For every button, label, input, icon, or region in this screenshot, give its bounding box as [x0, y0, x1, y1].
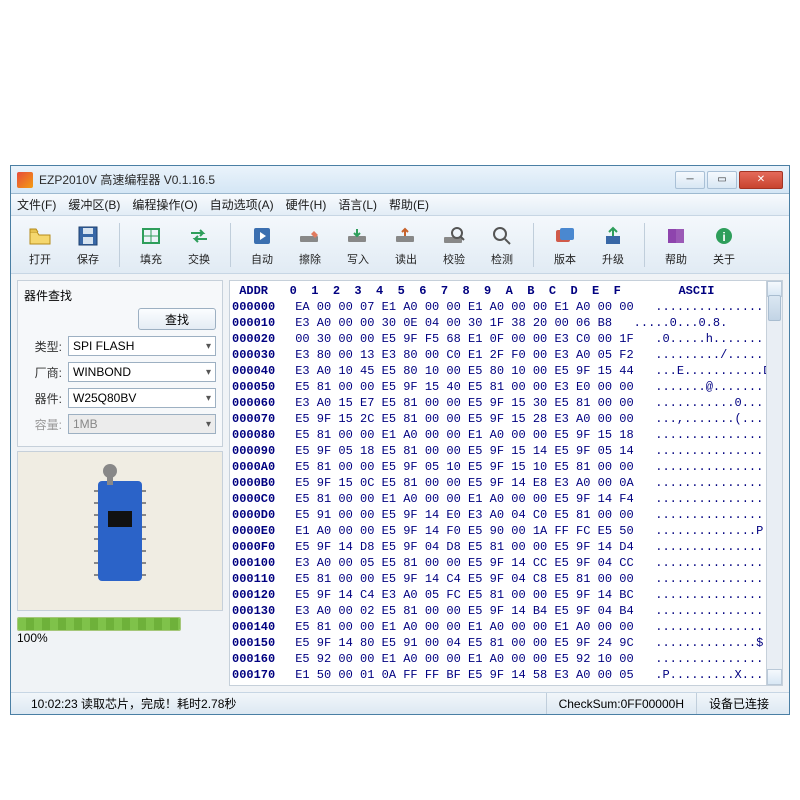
vertical-scrollbar[interactable] [766, 281, 782, 685]
type-label: 类型: [24, 338, 62, 355]
device-group-title: 器件查找 [24, 287, 216, 304]
capacity-label: 容量: [24, 416, 62, 433]
hex-view: ADDR 0 1 2 3 4 5 6 7 8 9 A B C D E F ASC… [229, 280, 783, 686]
tool-save[interactable]: 保存 [67, 223, 109, 267]
app-icon [17, 172, 33, 188]
magnify-icon [489, 223, 515, 249]
tool-write[interactable]: 写入 [337, 223, 379, 267]
play-icon [249, 223, 275, 249]
tool-read[interactable]: 读出 [385, 223, 427, 267]
status-connection: 设备已连接 [697, 693, 781, 714]
progress-bar [17, 617, 181, 631]
status-message: 10:02:23 读取芯片，完成！耗时2.78秒 [19, 693, 547, 714]
fill-icon [138, 223, 164, 249]
tool-version[interactable]: 版本 [544, 223, 586, 267]
capacity-combo: 1MB [68, 414, 216, 434]
read-icon [393, 223, 419, 249]
chip-image [17, 451, 223, 611]
tool-upgrade[interactable]: 升级 [592, 223, 634, 267]
toolbar: 打开 保存 填充 交换 自动 擦除 写入 读出 校验 检测 版本 升级 帮助 i… [11, 216, 789, 274]
menu-auto[interactable]: 自动选项(A) [210, 196, 274, 213]
device-group: 器件查找 查找 类型: SPI FLASH 厂商: WINBOND 器件: W25Q8… [17, 280, 223, 447]
version-icon [552, 223, 578, 249]
menu-ops[interactable]: 编程操作(O) [132, 196, 197, 213]
status-checksum: CheckSum:0FF00000H [547, 693, 697, 714]
progress-percent: 100% [17, 631, 48, 645]
close-button[interactable]: ✕ [739, 171, 783, 189]
menu-help[interactable]: 帮助(E) [389, 196, 429, 213]
swap-icon [186, 223, 212, 249]
progress-wrap: 100% [17, 617, 223, 645]
app-window: EZP2010V 高速编程器 V0.1.16.5 ─ ▭ ✕ 文件(F) 缓冲区… [10, 165, 790, 715]
upgrade-icon [600, 223, 626, 249]
erase-icon [297, 223, 323, 249]
tool-verify[interactable]: 校验 [433, 223, 475, 267]
book-icon [663, 223, 689, 249]
hex-content[interactable]: ADDR 0 1 2 3 4 5 6 7 8 9 A B C D E F ASC… [230, 281, 766, 685]
statusbar: 10:02:23 读取芯片，完成！耗时2.78秒 CheckSum:0FF000… [11, 692, 789, 714]
type-combo[interactable]: SPI FLASH [68, 336, 216, 356]
tool-help[interactable]: 帮助 [655, 223, 697, 267]
window-title: EZP2010V 高速编程器 V0.1.16.5 [39, 171, 215, 188]
info-icon: i [711, 223, 737, 249]
tool-auto[interactable]: 自动 [241, 223, 283, 267]
verify-icon [441, 223, 467, 249]
tool-erase[interactable]: 擦除 [289, 223, 331, 267]
menu-hardware[interactable]: 硬件(H) [286, 196, 327, 213]
part-combo[interactable]: W25Q80BV [68, 388, 216, 408]
tool-fill[interactable]: 填充 [130, 223, 172, 267]
menu-buffer[interactable]: 缓冲区(B) [68, 196, 120, 213]
maximize-button[interactable]: ▭ [707, 171, 737, 189]
scroll-thumb[interactable] [768, 295, 781, 321]
find-button[interactable]: 查找 [138, 308, 216, 330]
tool-swap[interactable]: 交换 [178, 223, 220, 267]
vendor-combo[interactable]: WINBOND [68, 362, 216, 382]
left-pane: 器件查找 查找 类型: SPI FLASH 厂商: WINBOND 器件: W25Q8… [11, 274, 229, 692]
part-label: 器件: [24, 390, 62, 407]
tool-open[interactable]: 打开 [19, 223, 61, 267]
folder-open-icon [27, 223, 53, 249]
content-area: 器件查找 查找 类型: SPI FLASH 厂商: WINBOND 器件: W25Q8… [11, 274, 789, 692]
titlebar[interactable]: EZP2010V 高速编程器 V0.1.16.5 ─ ▭ ✕ [11, 166, 789, 194]
write-icon [345, 223, 371, 249]
minimize-button[interactable]: ─ [675, 171, 705, 189]
tool-detect[interactable]: 检测 [481, 223, 523, 267]
menu-language[interactable]: 语言(L) [338, 196, 377, 213]
menu-file[interactable]: 文件(F) [17, 196, 56, 213]
svg-text:i: i [722, 230, 725, 244]
menubar: 文件(F) 缓冲区(B) 编程操作(O) 自动选项(A) 硬件(H) 语言(L)… [11, 194, 789, 216]
vendor-label: 厂商: [24, 364, 62, 381]
save-icon [75, 223, 101, 249]
tool-about[interactable]: i关于 [703, 223, 745, 267]
